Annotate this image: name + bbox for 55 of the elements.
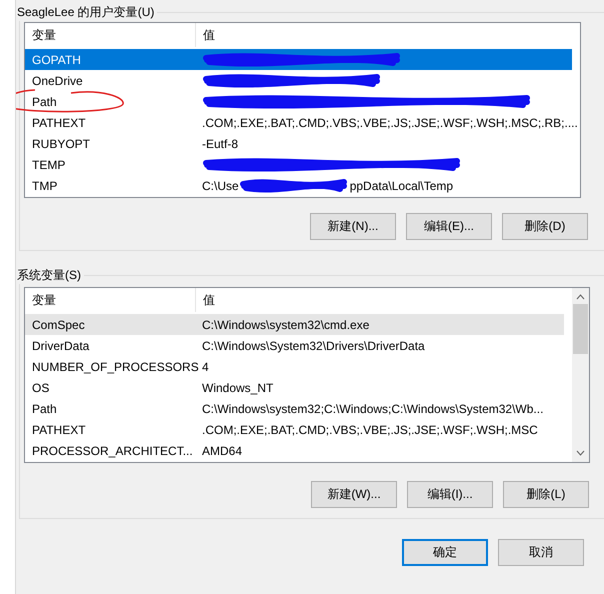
- variable-name: TEMP: [31, 158, 66, 172]
- column-header[interactable]: 变量: [25, 23, 196, 47]
- list-row[interactable]: NUMBER_OF_PROCESSORS 4: [25, 356, 564, 377]
- dialog-button[interactable]: 编辑(I)...: [407, 481, 493, 508]
- variable-value: C:\Windows\system32\cmd.exe: [201, 318, 370, 332]
- variable-name: RUBYOPT: [31, 136, 92, 150]
- variable-name: PATHEXT: [31, 422, 87, 436]
- list-row[interactable]: TMP C:\Use ppData\Local\Temp: [25, 175, 572, 196]
- dialog-button[interactable]: 新建(N)...: [310, 213, 396, 240]
- variable-value: -Eutf-8: [202, 136, 238, 150]
- list-row[interactable]: PATHEXT .COM;.EXE;.BAT;.CMD;.VBS;.VBE;.JS;.JSE;.WSF;.WSH;.MSC: [25, 419, 564, 440]
- column-header[interactable]: 值: [196, 288, 215, 312]
- variable-value: 4: [201, 360, 209, 374]
- variable-value: C:\Windows\system32;C:\Windows;C:\Windows\System32\Wb...: [201, 402, 544, 416]
- list-row[interactable]: Path: [25, 91, 572, 112]
- list-row[interactable]: Path C:\Windows\system32;C:\Windows;C:\Windows\System32\Wb...: [25, 398, 564, 419]
- variable-name: ComSpec: [31, 318, 86, 332]
- scrollbar[interactable]: [572, 288, 589, 462]
- list-row[interactable]: DriverData C:\Windows\System32\Drivers\DriverData: [25, 335, 564, 356]
- variable-value: C:\Windows\System32\Drivers\DriverData: [201, 338, 425, 352]
- list-row[interactable]: GOPATH: [25, 49, 572, 70]
- list-row[interactable]: ComSpec C:\Windows\system32\cmd.exe: [25, 314, 564, 335]
- list-row[interactable]: RUBYOPT -Eutf-8: [25, 133, 572, 154]
- dialog-button[interactable]: 删除(L): [503, 481, 589, 508]
- column-header[interactable]: 值: [196, 23, 215, 47]
- group-title: SeagleLee 的用户变量(U): [16, 4, 158, 21]
- variable-name: Path: [31, 94, 58, 108]
- variable-name: OneDrive: [31, 74, 84, 88]
- variable-value: C:\Use: [202, 178, 239, 192]
- scroll-down-icon[interactable]: [576, 450, 585, 456]
- variable-value: .COM;.EXE;.BAT;.CMD;.VBS;.VBE;.JS;.JSE;.WSF;.WSH;.MSC: [201, 422, 538, 436]
- variable-name: Path: [31, 402, 58, 416]
- variable-value: ppData\Local\Temp: [350, 178, 454, 192]
- group-title: 系统变量(S): [16, 267, 84, 284]
- variable-value: .COM;.EXE;.BAT;.CMD;.VBS;.VBE;.JS;.JSE;.WSF;.WSH;.MSC;.RB;....: [202, 116, 578, 130]
- column-header[interactable]: 变量: [25, 288, 196, 312]
- cancel-button[interactable]: 取消: [498, 539, 584, 566]
- dialog-button[interactable]: 编辑(E)...: [406, 213, 492, 240]
- variable-name: TMP: [31, 178, 58, 192]
- variable-name: GOPATH: [31, 52, 82, 66]
- variable-name: OS: [31, 380, 50, 394]
- dialog-button[interactable]: 删除(D): [502, 213, 588, 240]
- list-row[interactable]: OneDrive: [25, 70, 572, 91]
- variable-name: PATHEXT: [31, 116, 87, 130]
- variable-value: AMD64: [201, 444, 242, 458]
- ok-button[interactable]: 确定: [402, 539, 488, 566]
- scrollbar-thumb[interactable]: [573, 304, 588, 354]
- list-row[interactable]: TEMP: [25, 154, 572, 175]
- list-row[interactable]: OS Windows_NT: [25, 377, 564, 398]
- variable-name: PROCESSOR_ARCHITECT...: [31, 444, 194, 458]
- variable-value: Windows_NT: [201, 380, 274, 394]
- variable-name: DriverData: [31, 338, 90, 352]
- dialog-button[interactable]: 新建(W)...: [311, 481, 397, 508]
- scroll-up-icon[interactable]: [576, 294, 585, 300]
- list-row[interactable]: PROCESSOR_ARCHITECT... AMD64: [25, 440, 564, 461]
